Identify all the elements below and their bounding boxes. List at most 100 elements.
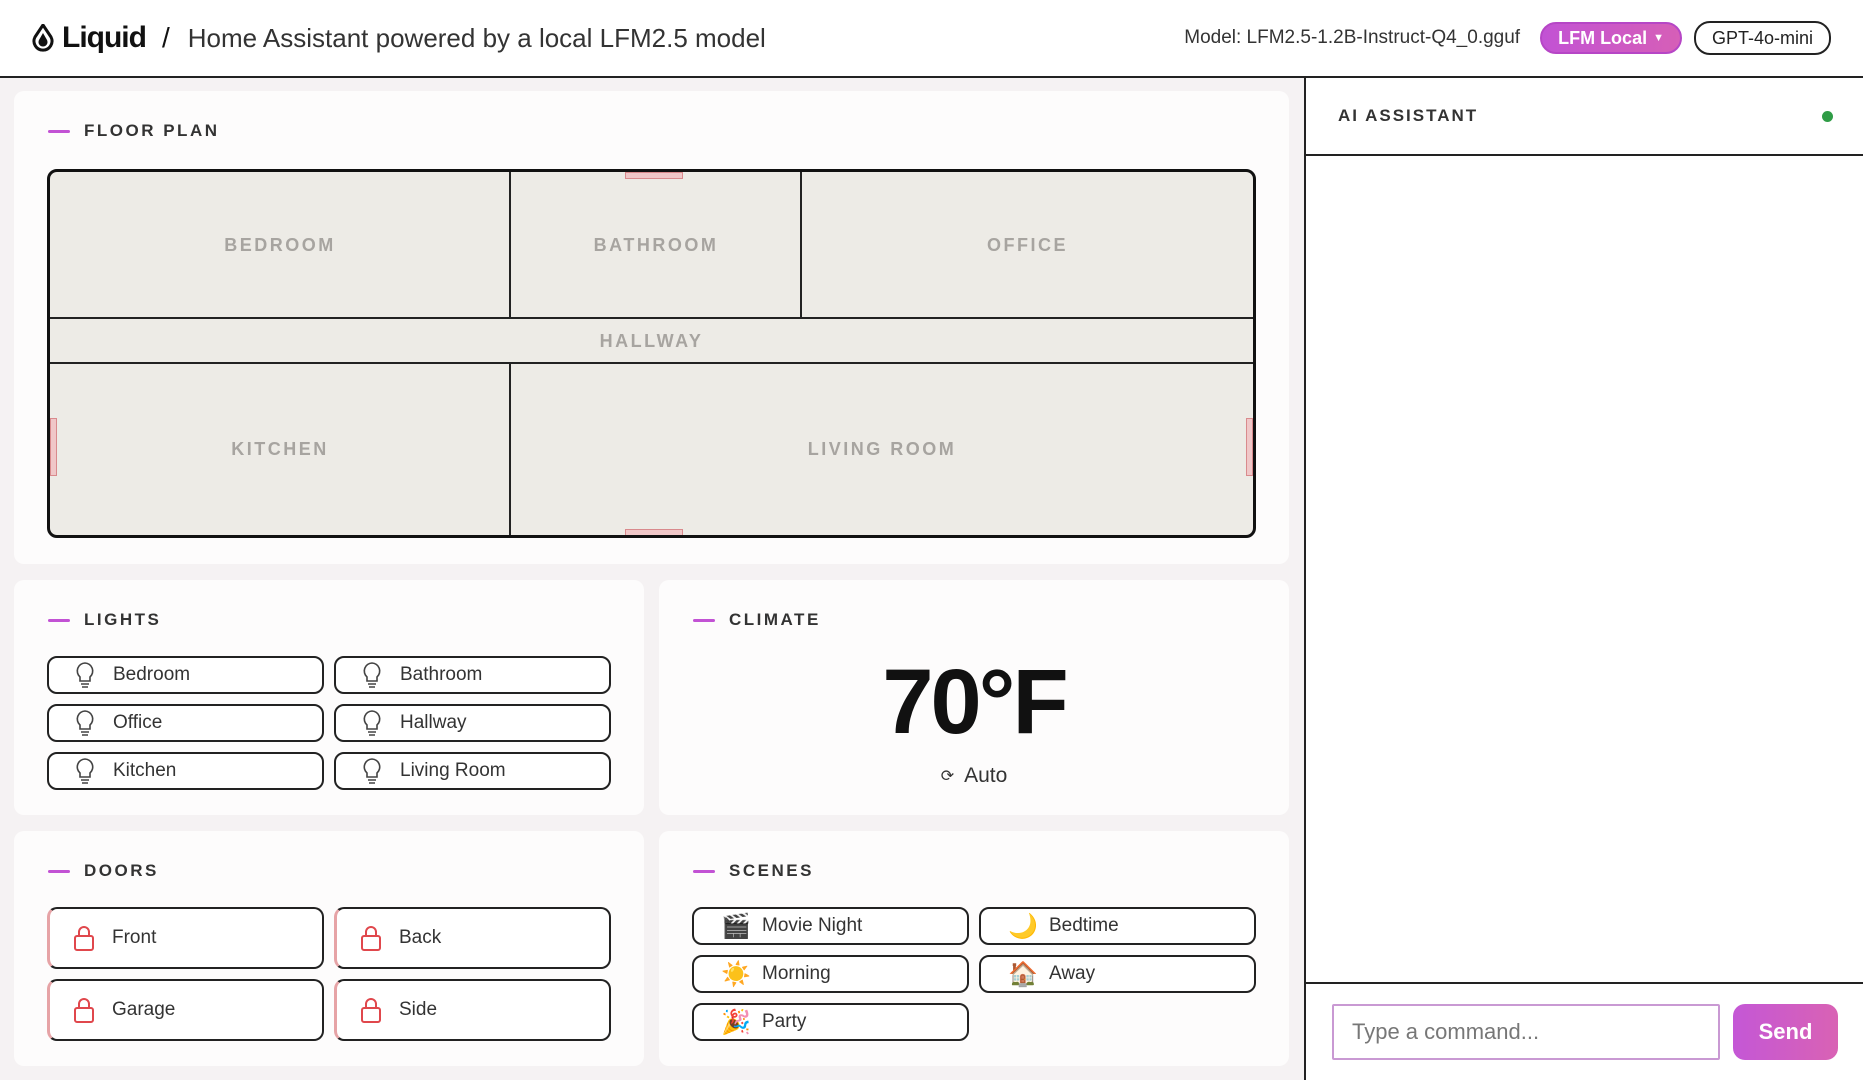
- door-label: Back: [399, 927, 442, 948]
- title-dash: [693, 869, 715, 873]
- top-header: Liquid / Home Assistant powered by a loc…: [0, 0, 1863, 78]
- light-label: Bedroom: [113, 664, 191, 685]
- lightbulb-icon: [358, 709, 386, 737]
- chat-log[interactable]: [1306, 158, 1863, 982]
- light-label: Bathroom: [400, 664, 483, 685]
- door-marker-back: [625, 172, 683, 179]
- scenes-card: SCENES 🎬 Movie Night 🌙 Bedtime ☀️ Mornin…: [659, 831, 1289, 1066]
- climate-heading: CLIMATE: [729, 610, 821, 629]
- lock-icon: [70, 924, 98, 952]
- room-bathroom[interactable]: BATHROOM: [511, 172, 801, 318]
- party-popper-icon: 🎉: [721, 1008, 751, 1036]
- provider-dropdown-label: LFM Local: [1558, 27, 1648, 48]
- room-hallway[interactable]: HALLWAY: [50, 319, 1253, 363]
- provider-button-gpt[interactable]: GPT-4o-mini: [1693, 21, 1831, 55]
- brand-name: Liquid: [62, 21, 147, 54]
- command-input[interactable]: [1332, 1004, 1720, 1060]
- doors-heading: DOORS: [84, 861, 159, 880]
- lightbulb-icon: [71, 709, 99, 737]
- title-dash: [48, 618, 70, 622]
- cycle-icon: ⟳: [940, 768, 955, 785]
- door-toggle-back[interactable]: Back: [334, 907, 611, 969]
- scene-label: Morning: [762, 963, 831, 984]
- doors-title: DOORS: [48, 861, 159, 881]
- assistant-panel: AI ASSISTANT Send: [1304, 78, 1863, 1080]
- lock-icon: [70, 996, 98, 1024]
- lock-icon: [357, 996, 385, 1024]
- temperature-readout: 70°F: [882, 651, 1068, 753]
- lightbulb-icon: [358, 661, 386, 689]
- door-toggle-garage[interactable]: Garage: [47, 979, 324, 1041]
- wall: [509, 172, 511, 318]
- lightbulb-icon: [71, 757, 99, 785]
- light-toggle-kitchen[interactable]: Kitchen: [47, 752, 324, 790]
- clapperboard-icon: 🎬: [721, 912, 751, 940]
- light-toggle-living-room[interactable]: Living Room: [334, 752, 611, 790]
- title-dash: [48, 869, 70, 873]
- door-toggle-front[interactable]: Front: [47, 907, 324, 969]
- lightbulb-icon: [71, 661, 99, 689]
- room-kitchen[interactable]: KITCHEN: [50, 364, 510, 535]
- room-living-room[interactable]: LIVING ROOM: [511, 364, 1253, 535]
- door-marker-garage: [50, 418, 57, 476]
- light-label: Living Room: [400, 760, 506, 781]
- scene-label: Away: [1049, 963, 1096, 984]
- light-toggle-office[interactable]: Office: [47, 704, 324, 742]
- door-toggle-side[interactable]: Side: [334, 979, 611, 1041]
- floor-plan: BEDROOM BATHROOM OFFICE HALLWAY KITCHEN …: [47, 169, 1256, 538]
- scene-button-movie-night[interactable]: 🎬 Movie Night: [692, 907, 969, 945]
- doors-card: DOORS Front Back Garage Side: [14, 831, 644, 1066]
- scene-button-party[interactable]: 🎉 Party: [692, 1003, 969, 1041]
- send-button[interactable]: Send: [1733, 1004, 1838, 1060]
- light-toggle-hallway[interactable]: Hallway: [334, 704, 611, 742]
- status-online-indicator: [1822, 110, 1833, 122]
- lights-card: LIGHTS Bedroom Bathroom Office Hallway K…: [14, 580, 644, 815]
- scene-button-bedtime[interactable]: 🌙 Bedtime: [979, 907, 1256, 945]
- model-label: Model: LFM2.5-1.2B-Instruct-Q4_0.gguf: [1184, 27, 1521, 48]
- assistant-footer: Send: [1306, 982, 1863, 1080]
- sun-icon: ☀️: [721, 960, 751, 988]
- light-label: Hallway: [400, 712, 467, 733]
- house-icon: 🏠: [1008, 960, 1038, 988]
- climate-mode-label: Auto: [964, 764, 1008, 787]
- scene-label: Bedtime: [1049, 915, 1119, 936]
- floor-plan-title: FLOOR PLAN: [48, 121, 220, 141]
- light-toggle-bathroom[interactable]: Bathroom: [334, 656, 611, 694]
- wall: [50, 362, 1253, 364]
- door-label: Side: [399, 999, 438, 1020]
- lights-title: LIGHTS: [48, 610, 161, 630]
- climate-card: CLIMATE 70°F ⟳ Auto: [659, 580, 1289, 815]
- door-label: Garage: [112, 999, 176, 1020]
- door-marker-side: [1246, 418, 1253, 476]
- climate-mode[interactable]: ⟳ Auto: [659, 764, 1289, 788]
- wall: [800, 172, 802, 318]
- scenes-heading: SCENES: [729, 861, 814, 880]
- wall: [509, 362, 511, 535]
- assistant-title: AI ASSISTANT: [1338, 106, 1479, 125]
- light-label: Kitchen: [113, 760, 177, 781]
- door-label: Front: [112, 927, 157, 948]
- lights-heading: LIGHTS: [84, 610, 162, 629]
- door-marker-front: [625, 529, 683, 535]
- scene-button-morning[interactable]: ☀️ Morning: [692, 955, 969, 993]
- light-toggle-bedroom[interactable]: Bedroom: [47, 656, 324, 694]
- caret-down-icon: ▼: [1653, 32, 1664, 44]
- room-bedroom[interactable]: BEDROOM: [50, 172, 510, 318]
- wall: [50, 317, 1253, 319]
- scenes-title: SCENES: [693, 861, 814, 881]
- assistant-header: AI ASSISTANT: [1306, 78, 1863, 156]
- scene-button-away[interactable]: 🏠 Away: [979, 955, 1256, 993]
- brand: Liquid: [32, 21, 147, 55]
- scene-label: Party: [762, 1011, 807, 1032]
- moon-icon: 🌙: [1008, 912, 1038, 940]
- title-separator: /: [161, 22, 170, 53]
- liquid-logo-icon: [32, 24, 54, 52]
- title-dash: [693, 618, 715, 622]
- room-office[interactable]: OFFICE: [802, 172, 1253, 318]
- floor-plan-heading: FLOOR PLAN: [84, 121, 220, 140]
- page-title: Home Assistant powered by a local LFM2.5…: [187, 22, 766, 53]
- provider-dropdown-lfm-local[interactable]: LFM Local ▼: [1540, 22, 1682, 54]
- scene-label: Movie Night: [762, 915, 863, 936]
- light-label: Office: [113, 712, 163, 733]
- lock-icon: [357, 924, 385, 952]
